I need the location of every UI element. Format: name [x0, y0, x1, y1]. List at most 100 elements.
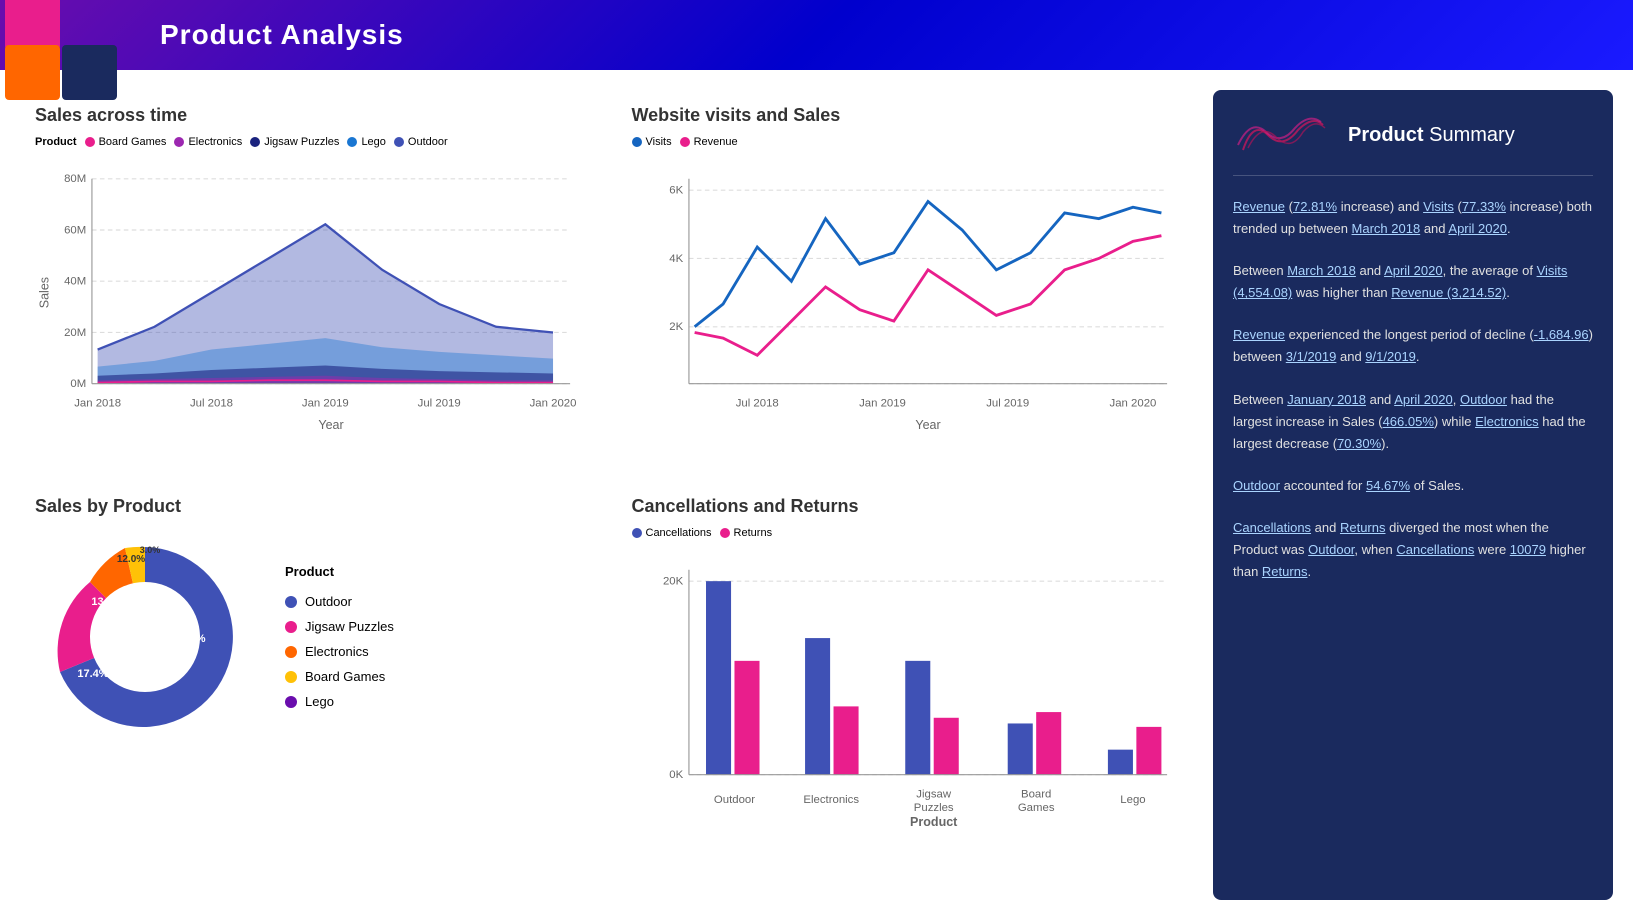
summary-para-6: Cancellations and Returns diverged the m…	[1233, 517, 1593, 583]
charts-area: Sales across time Product Board Games El…	[20, 90, 1193, 900]
legend-dot-revenue	[680, 137, 690, 147]
legend-label-cancellations: Cancellations	[646, 527, 712, 539]
legend-label-outdoor: Outdoor	[408, 136, 448, 148]
legend-label-revenue: Revenue	[694, 136, 738, 148]
main-content: Sales across time Product Board Games El…	[0, 70, 1633, 920]
sales-product-chart: Sales by Product	[20, 481, 597, 852]
logo-dark	[62, 45, 117, 100]
legend-boardgames-donut: Board Games	[285, 669, 394, 684]
donut-legend-title: Product	[285, 564, 394, 579]
dot-outdoor	[285, 596, 297, 608]
legend-visits: Visits	[632, 136, 672, 148]
website-visits-legend: Visits Revenue	[632, 136, 1179, 148]
legend-outdoor: Outdoor	[394, 136, 448, 148]
legend-dot-board-games	[85, 137, 95, 147]
svg-text:20M: 20M	[64, 327, 86, 339]
summary-title-bold: Product	[1348, 124, 1424, 146]
label-jigsaw: Jigsaw Puzzles	[305, 619, 394, 634]
summary-para-2: Between March 2018 and April 2020, the a…	[1233, 260, 1593, 304]
legend-label-returns: Returns	[734, 527, 773, 539]
donut-legend: Product Outdoor Jigsaw Puzzles Electroni…	[285, 564, 394, 709]
legend-returns: Returns	[720, 527, 773, 539]
svg-text:Jul 2019: Jul 2019	[418, 397, 461, 409]
summary-panel: Product Summary Revenue (72.81% increase…	[1213, 90, 1613, 900]
cancellations-svg: 20K 0K Outdoor Electronics Jigsaw Puzzle…	[632, 547, 1179, 832]
svg-text:80M: 80M	[64, 173, 86, 185]
svg-text:0M: 0M	[70, 378, 86, 390]
sales-time-legend: Product Board Games Electronics Jigsaw P…	[35, 136, 582, 148]
legend-product-label: Product	[35, 136, 77, 148]
summary-waves-icon	[1233, 110, 1333, 160]
website-visits-svg: 6K 4K 2K Jul 2018 Jan 2019 Jul 2019 Jan …	[632, 156, 1179, 441]
svg-text:60M: 60M	[64, 224, 86, 236]
website-visits-chart: Website visits and Sales Visits Revenue	[617, 90, 1194, 461]
legend-lego-donut: Lego	[285, 694, 394, 709]
summary-body: Revenue (72.81% increase) and Visits (77…	[1233, 196, 1593, 603]
svg-text:54.7%: 54.7%	[174, 633, 205, 645]
legend-cancellations: Cancellations	[632, 527, 712, 539]
legend-electronics: Electronics	[174, 136, 242, 148]
svg-text:17.4%: 17.4%	[77, 668, 108, 680]
cancellations-chart: Cancellations and Returns Cancellations …	[617, 481, 1194, 852]
svg-text:Jan 2020: Jan 2020	[1109, 397, 1156, 409]
sales-product-title: Sales by Product	[35, 496, 582, 517]
svg-text:Jul 2019: Jul 2019	[986, 397, 1029, 409]
sales-time-chart: Sales across time Product Board Games El…	[20, 90, 597, 461]
legend-lego: Lego	[347, 136, 385, 148]
legend-label-board-games: Board Games	[99, 136, 167, 148]
label-lego: Lego	[305, 694, 334, 709]
dot-board-games	[285, 671, 297, 683]
svg-text:Board: Board	[1020, 788, 1050, 800]
summary-para-1: Revenue (72.81% increase) and Visits (77…	[1233, 196, 1593, 240]
header: Product Analysis	[0, 0, 1633, 70]
legend-board-games: Board Games	[85, 136, 167, 148]
logo	[0, 0, 130, 120]
cancellations-legend: Cancellations Returns	[632, 527, 1179, 539]
svg-text:40M: 40M	[64, 276, 86, 288]
legend-jigsaw: Jigsaw Puzzles	[250, 136, 339, 148]
svg-text:2K: 2K	[669, 321, 683, 333]
svg-text:20K: 20K	[662, 575, 683, 587]
dot-jigsaw	[285, 621, 297, 633]
svg-text:13.0%: 13.0%	[91, 596, 122, 608]
sales-time-svg: 80M 60M 40M 20M 0M Jan 2018 Jul 2018 Jan…	[35, 156, 582, 441]
summary-para-4: Between January 2018 and April 2020, Out…	[1233, 389, 1593, 455]
logo-pink	[5, 0, 60, 50]
svg-text:Lego: Lego	[1120, 794, 1145, 806]
svg-text:Puzzles: Puzzles	[913, 802, 953, 814]
svg-text:3.0%: 3.0%	[140, 545, 161, 555]
svg-text:4K: 4K	[669, 253, 683, 265]
legend-dot-electronics	[174, 137, 184, 147]
legend-dot-outdoor	[394, 137, 404, 147]
legend-dot-lego	[347, 137, 357, 147]
svg-text:Sales: Sales	[38, 277, 52, 308]
svg-text:Year: Year	[318, 418, 343, 432]
svg-text:Games: Games	[1017, 802, 1054, 814]
svg-text:Jan 2018: Jan 2018	[74, 397, 121, 409]
donut-area: 54.7% 17.4% 13.0% 12.0% 3.0% Product Out…	[35, 527, 582, 747]
svg-text:Jul 2018: Jul 2018	[190, 397, 233, 409]
svg-text:Outdoor: Outdoor	[713, 794, 754, 806]
page-title: Product Analysis	[160, 19, 404, 51]
svg-text:Jigsaw: Jigsaw	[916, 788, 952, 800]
legend-electronics-donut: Electronics	[285, 644, 394, 659]
legend-dot-jigsaw	[250, 137, 260, 147]
legend-jigsaw-donut: Jigsaw Puzzles	[285, 619, 394, 634]
logo-orange	[5, 45, 60, 100]
svg-text:Year: Year	[915, 418, 940, 432]
cancellations-title: Cancellations and Returns	[632, 496, 1179, 517]
legend-revenue: Revenue	[680, 136, 738, 148]
website-visits-title: Website visits and Sales	[632, 105, 1179, 126]
dot-lego	[285, 696, 297, 708]
summary-title-rest: Summary	[1429, 124, 1515, 146]
charts-top-row: Sales across time Product Board Games El…	[20, 90, 1193, 461]
legend-label-visits: Visits	[646, 136, 672, 148]
summary-header: Product Summary	[1233, 110, 1593, 176]
svg-text:Electronics: Electronics	[803, 794, 859, 806]
summary-para-5: Outdoor accounted for 54.67% of Sales.	[1233, 475, 1593, 497]
legend-label-lego: Lego	[361, 136, 385, 148]
svg-text:Jan 2019: Jan 2019	[859, 397, 906, 409]
legend-outdoor-donut: Outdoor	[285, 594, 394, 609]
summary-title: Product Summary	[1348, 124, 1515, 147]
summary-para-3: Revenue experienced the longest period o…	[1233, 324, 1593, 368]
